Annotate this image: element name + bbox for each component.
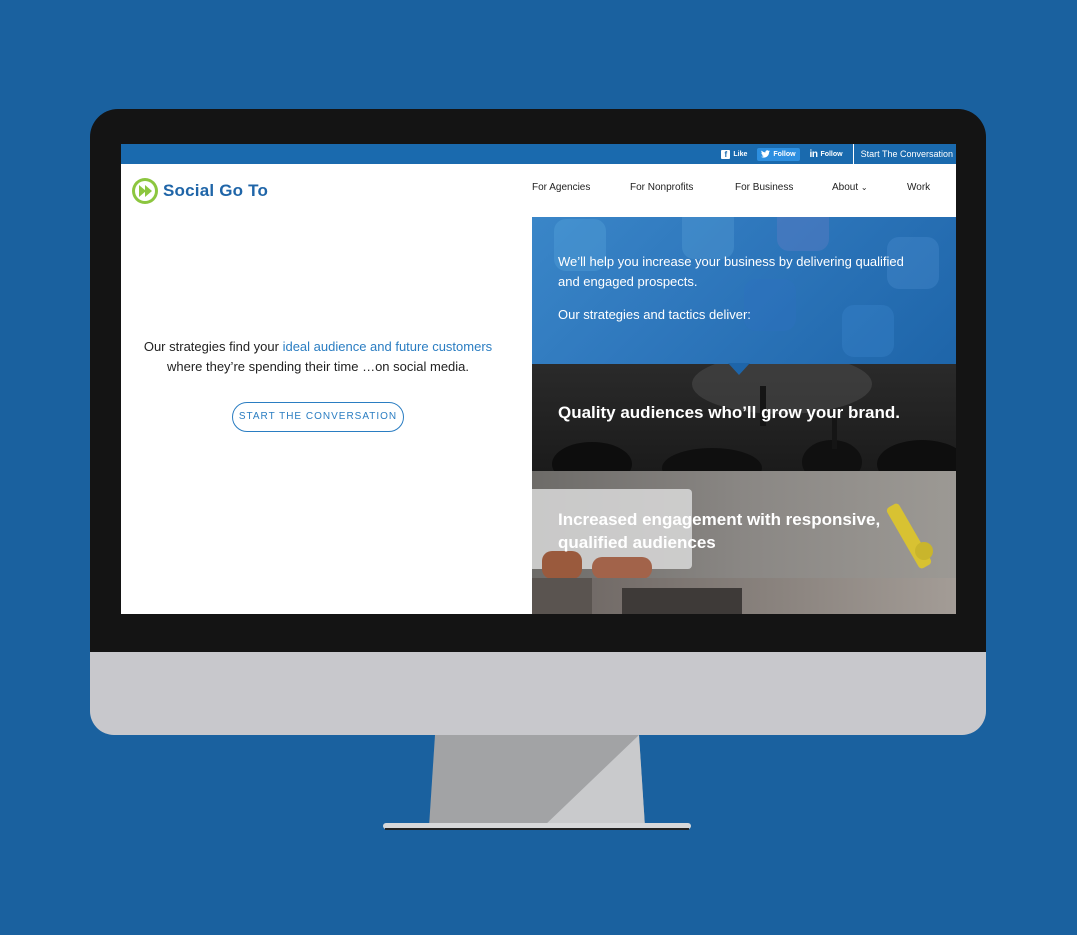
brand-name: Social Go To	[163, 181, 269, 200]
start-conversation-link[interactable]: Start The Conversation	[852, 144, 956, 164]
twitter-follow-button[interactable]: Follow	[757, 147, 800, 161]
office-image	[532, 578, 742, 614]
intro-paragraph-2: Our strategies and tactics deliver:	[558, 307, 751, 322]
monitor-chin	[90, 652, 986, 735]
chevron-down-icon: ⌄	[860, 183, 868, 192]
site-logo[interactable]: Social Go To	[131, 177, 268, 205]
hero-line-2: where they’re spending their time …on so…	[166, 359, 470, 374]
intro-paragraph-1: We’ll help you increase your business by…	[558, 254, 904, 289]
start-conversation-button[interactable]: START THE CONVERSATION	[232, 402, 404, 432]
facebook-like-label: Like	[733, 150, 748, 158]
hero-copy: Our strategies find your ideal audience …	[121, 337, 515, 377]
hero-line-1-prefix: Our strategies find your	[143, 339, 283, 354]
nav-item-for-business[interactable]: For Business	[735, 182, 793, 193]
linkedin-follow-button[interactable]: in Follow	[806, 148, 847, 161]
twitter-follow-label: Follow	[773, 150, 796, 158]
social-topbar: f Like Follow in Follow Start The Conver…	[121, 144, 956, 164]
feature-panel-partial	[532, 578, 956, 614]
nav-item-work[interactable]: Work	[907, 182, 930, 193]
app-tile-decoration	[777, 217, 829, 251]
feature-heading-audiences: Quality audiences who’ll grow your brand…	[558, 403, 900, 422]
nav-item-for-agencies[interactable]: For Agencies	[532, 182, 590, 193]
feature-panel-audiences: Quality audiences who’ll grow your brand…	[532, 364, 956, 471]
intro-panel: We’ll help you increase your business by…	[532, 217, 956, 364]
features-column: We’ll help you increase your business by…	[532, 217, 956, 614]
website-screen: f Like Follow in Follow Start The Conver…	[121, 144, 956, 614]
hero-section: Our strategies find your ideal audience …	[121, 217, 532, 614]
facebook-like-button[interactable]: f Like	[717, 147, 752, 161]
site-header: Social Go To For Agencies For Nonprofits…	[121, 164, 956, 217]
hero-line-1: Our strategies find your ideal audience …	[121, 337, 515, 357]
facebook-icon: f	[721, 149, 731, 159]
nav-item-about[interactable]: About ⌄	[832, 182, 868, 193]
twitter-icon	[761, 150, 771, 158]
linkedin-follow-label: Follow	[820, 150, 843, 158]
monitor-stand	[383, 735, 691, 830]
feature-heading-engagement: Increased engagement with responsive, qu…	[558, 510, 881, 552]
nav-item-about-label: About	[832, 182, 859, 193]
linkedin-icon: in	[809, 148, 818, 160]
feature-panel-engagement: Increased engagement with responsive, qu…	[532, 471, 956, 578]
panel-pointer	[728, 363, 750, 375]
intro-text: We’ll help you increase your business by…	[558, 252, 928, 338]
play-forward-icon	[132, 178, 158, 204]
nav-item-for-nonprofits[interactable]: For Nonprofits	[630, 182, 693, 193]
hero-line-1-accent: ideal audience and future customers	[282, 339, 493, 354]
